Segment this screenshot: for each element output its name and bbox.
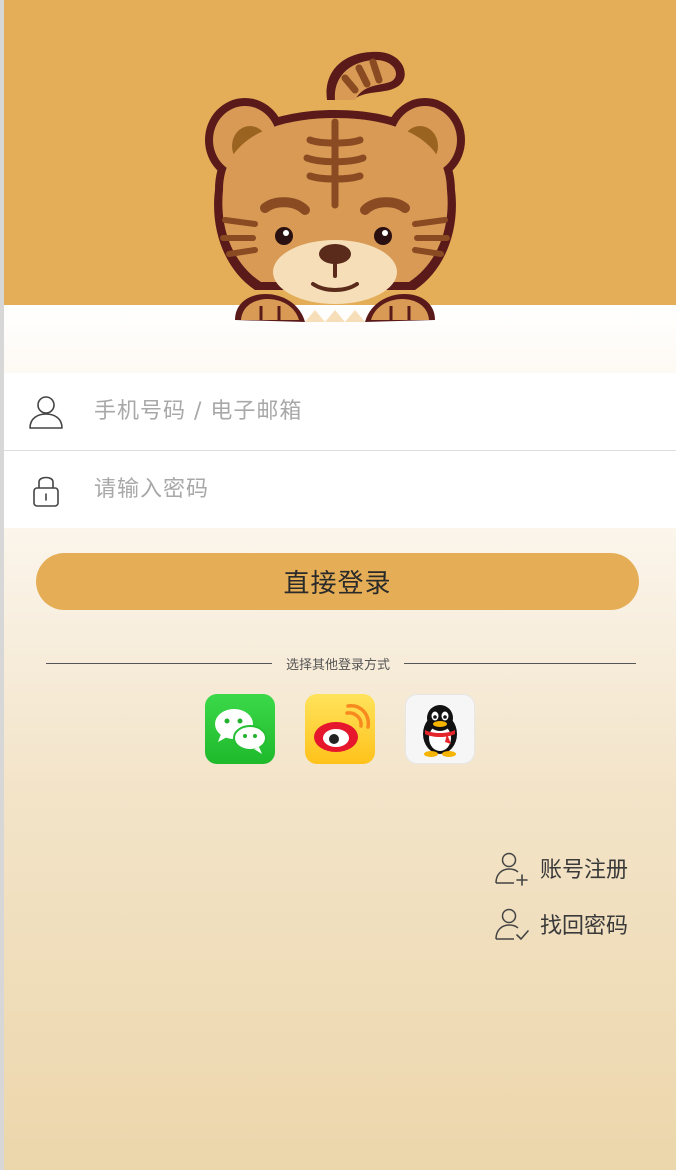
- phone-field-row: [4, 373, 676, 451]
- user-check-icon: [495, 908, 529, 940]
- phone-email-input[interactable]: [92, 385, 636, 438]
- qq-icon: [423, 705, 457, 757]
- user-add-icon: [495, 852, 528, 886]
- user-icon: [29, 395, 63, 429]
- other-login-divider: 选择其他登录方式: [46, 652, 636, 676]
- tiger-mascot-icon: [205, 51, 465, 322]
- weibo-icon: [314, 704, 370, 752]
- divider-line-left: [46, 663, 272, 664]
- wechat-icon: [215, 709, 267, 754]
- qq-login-button[interactable]: [405, 694, 475, 764]
- login-button[interactable]: 直接登录: [36, 553, 639, 610]
- weibo-login-button[interactable]: [305, 694, 375, 764]
- password-field-row: [4, 451, 676, 528]
- other-login-label: 选择其他登录方式: [285, 658, 390, 673]
- login-form: [4, 373, 676, 528]
- lock-icon: [33, 476, 59, 507]
- wechat-login-button[interactable]: [205, 694, 275, 764]
- forgot-password-link[interactable]: 找回密码: [494, 904, 628, 944]
- register-link[interactable]: 账号注册: [494, 848, 628, 888]
- password-input[interactable]: [92, 463, 636, 516]
- register-label: 账号注册: [540, 858, 629, 883]
- divider-line-right: [404, 663, 636, 664]
- forgot-password-label: 找回密码: [540, 914, 629, 939]
- left-edge: [0, 0, 4, 1170]
- login-screen: 直接登录 选择其他登录方式: [0, 0, 676, 1170]
